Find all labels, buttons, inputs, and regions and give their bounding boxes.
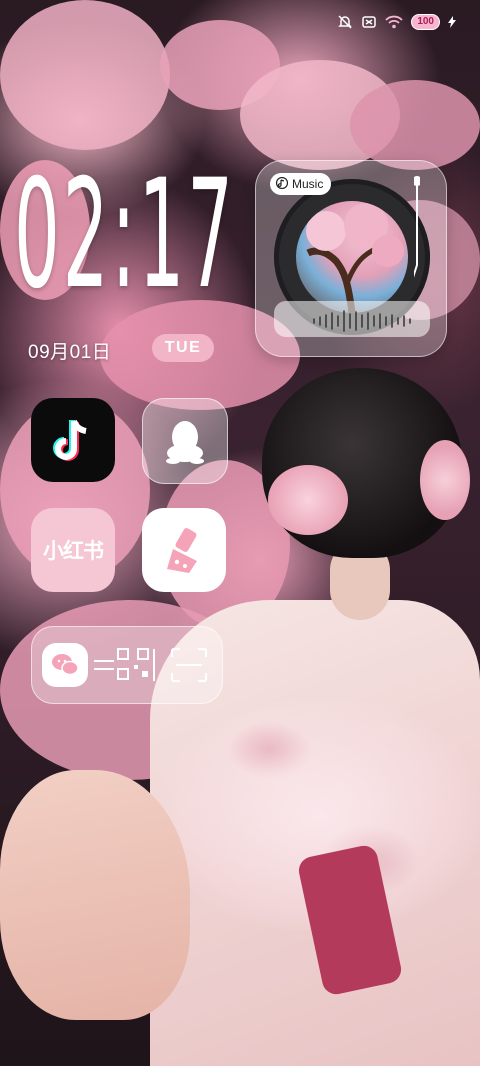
wifi-icon <box>385 15 403 29</box>
weekday-badge: TUE <box>152 334 214 362</box>
blossom-cluster <box>0 0 170 150</box>
app-qq[interactable] <box>142 398 228 484</box>
xiaohongshu-logo-text: 小红书 <box>43 540 104 563</box>
qq-penguin-icon <box>166 421 204 464</box>
app-tiktok[interactable] <box>31 398 115 482</box>
qr-pay-shortcut[interactable] <box>92 645 158 685</box>
wechat-shortcut[interactable] <box>42 643 88 687</box>
mute-bell-icon <box>337 14 353 30</box>
app-cleaner[interactable] <box>142 508 226 592</box>
hair-flower <box>268 465 348 535</box>
app-xiaohongshu[interactable]: 小红书 <box>31 508 115 592</box>
clock-widget[interactable]: 02:17 <box>14 150 236 320</box>
hands <box>0 770 190 1020</box>
music-note-icon <box>275 176 289 192</box>
album-art <box>296 201 408 313</box>
shortcut-bar <box>31 626 223 704</box>
battery-icon: 100 <box>411 14 440 30</box>
scan-icon <box>170 647 208 683</box>
clock-time: 02:17 <box>14 148 236 322</box>
audio-waveform <box>274 301 430 337</box>
qr-pay-icon <box>94 648 155 681</box>
scan-shortcut[interactable] <box>168 645 210 685</box>
tiktok-icon <box>53 419 87 461</box>
no-sim-icon <box>361 14 377 30</box>
tonearm <box>414 176 420 278</box>
status-bar: 100 <box>337 8 456 36</box>
blossom-cluster <box>350 80 480 170</box>
music-label-pill: Music <box>270 173 332 195</box>
cleaner-brush-icon <box>167 528 197 573</box>
charging-bolt-icon <box>448 16 456 28</box>
music-widget[interactable]: Music <box>255 160 447 357</box>
date-label: 09月01日 <box>28 342 112 363</box>
music-label: Music <box>292 177 324 191</box>
wechat-icon <box>52 654 79 676</box>
hair-flower <box>420 440 470 520</box>
